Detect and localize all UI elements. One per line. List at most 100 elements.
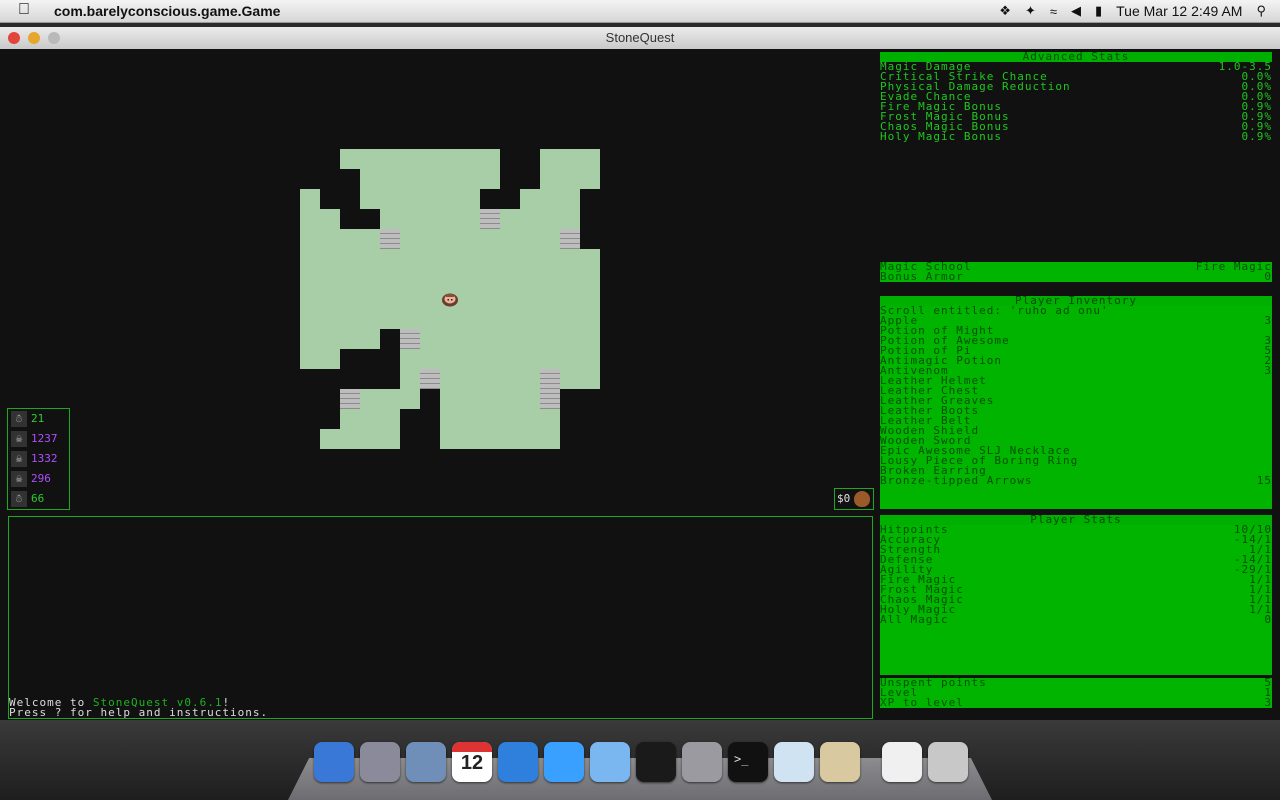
counter-value: 296 <box>31 472 51 485</box>
floor-tile <box>340 149 500 169</box>
finder-icon[interactable] <box>314 742 354 782</box>
floor-tile <box>300 349 340 369</box>
window-title: StoneQuest <box>605 30 675 45</box>
row-value: 3 <box>1264 314 1272 327</box>
floor-tile <box>440 429 560 449</box>
menu-bar:  com.barelyconscious.game.Game ❖ ✦ ≈ ◀ … <box>0 0 1280 23</box>
stone-wall-tile <box>340 389 360 409</box>
counter-value: 21 <box>31 412 45 425</box>
floor-tile <box>300 249 600 329</box>
launchpad-icon[interactable] <box>360 742 400 782</box>
stat-row[interactable]: Bronze-tipped Arrows 15 <box>880 474 1272 487</box>
dungeon-map[interactable] <box>0 49 875 519</box>
game-content: ☃ 21 ☠ 1237 ☠ 1332 ☠ 296 ☃ 66 $0 Welcome… <box>0 49 1280 720</box>
floor-tile <box>540 149 600 189</box>
row-label: All Magic <box>880 613 949 626</box>
trash-icon[interactable] <box>928 742 968 782</box>
gold-bag-icon <box>854 491 870 507</box>
stone-wall-tile <box>540 369 560 389</box>
row-value: 0.9% <box>1241 130 1272 143</box>
box-app-icon[interactable] <box>774 742 814 782</box>
calendar-icon[interactable]: 12 <box>452 742 492 782</box>
row-value: 3 <box>1264 364 1272 377</box>
stone-wall-tile <box>540 389 560 409</box>
turtle-icon: ☃ <box>11 491 27 507</box>
row-label: Bonus Armor <box>880 270 964 283</box>
floor-tile <box>320 429 400 449</box>
volume-icon[interactable]: ◀ <box>1071 3 1081 19</box>
stone-wall-tile <box>380 229 400 249</box>
player-stats-panel: Player Stats Hitpoints 10/10 Accuracy -14/1… <box>880 514 1272 720</box>
mail-icon[interactable] <box>406 742 446 782</box>
apple-menu-icon[interactable]:  <box>18 1 30 19</box>
stone-wall-tile <box>420 369 440 389</box>
dropbox-icon[interactable]: ❖ <box>999 3 1011 19</box>
desktop-background: 12 >_ <box>0 720 1280 800</box>
app-name-menu[interactable]: com.barelyconscious.game.Game <box>54 3 280 19</box>
facetime-icon[interactable] <box>590 742 630 782</box>
floor-tile <box>400 349 600 369</box>
floor-tile <box>300 229 580 249</box>
counter-row: ☠ 296 <box>8 469 68 489</box>
counter-value: 66 <box>31 492 45 505</box>
document-stack-icon[interactable] <box>882 742 922 782</box>
floor-tile <box>340 409 400 429</box>
stat-row: Strength 1/1 <box>880 544 1272 555</box>
gold-counter: $0 <box>834 488 874 510</box>
floor-tile <box>360 189 480 209</box>
turtle-icon: ☃ <box>11 411 27 427</box>
preview-icon[interactable] <box>820 742 860 782</box>
safari-icon[interactable] <box>498 742 538 782</box>
stat-row: Holy Magic Bonus 0.9% <box>880 130 1272 143</box>
row-value: 0 <box>1264 613 1272 626</box>
stat-row: Bonus Armor 0 <box>880 270 1272 283</box>
skull-icon: ☠ <box>11 431 27 447</box>
counter-value: 1237 <box>31 432 58 445</box>
floor-tile <box>520 189 580 209</box>
skull-icon: ☠ <box>11 471 27 487</box>
counter-row: ☃ 66 <box>8 489 68 509</box>
floor-tile <box>300 329 380 349</box>
row-label: Bronze-tipped Arrows <box>880 474 1033 487</box>
floor-tile <box>400 329 600 349</box>
floor-tile <box>300 189 320 209</box>
inventory-panel: Player Inventory Scroll entitled: 'ruho … <box>880 295 1272 509</box>
window-titlebar: StoneQuest <box>0 27 1280 50</box>
spotlight-search-icon[interactable]: ⚲ <box>1256 3 1266 19</box>
wifi-icon[interactable]: ≈ <box>1050 4 1057 19</box>
battery-icon[interactable]: ▮ <box>1095 3 1102 19</box>
terminal-icon[interactable]: >_ <box>728 742 768 782</box>
activity-monitor-icon[interactable] <box>636 742 676 782</box>
calendar-day: 12 <box>460 752 484 774</box>
floor-tile <box>300 209 340 229</box>
log-line: Press ? for help and instructions. <box>9 706 269 719</box>
row-value: 0 <box>1264 270 1272 283</box>
message-log: Welcome to StoneQuest v0.6.1! Press ? fo… <box>8 516 873 719</box>
magic-panel: Magic School Fire Magic Bonus Armor 0 <box>880 261 1272 283</box>
counter-row: ☠ 1237 <box>8 429 68 449</box>
floor-tile <box>360 169 500 189</box>
counter-value: 1332 <box>31 452 58 465</box>
stat-row: XP to level 3 <box>880 696 1272 709</box>
itunes-icon[interactable] <box>544 742 584 782</box>
floor-tile <box>440 409 560 429</box>
stat-row: Defense -14/1 <box>880 554 1272 565</box>
stone-wall-tile <box>480 209 500 229</box>
stat-row: All Magic 0 <box>880 613 1272 626</box>
gold-value: $0 <box>837 492 851 505</box>
stone-wall-tile <box>400 329 420 349</box>
counter-row: ☠ 1332 <box>8 449 68 469</box>
player-character-icon <box>442 293 458 307</box>
clock[interactable]: Tue Mar 12 2:49 AM <box>1116 3 1242 19</box>
advanced-stats-panel: Advanced Stats Magic Damage 1.0-3.5 Critic… <box>880 51 1272 143</box>
stat-row[interactable]: Scroll entitled: 'ruho ad onu' <box>880 305 1272 316</box>
row-value: 3 <box>1264 696 1272 709</box>
system-preferences-icon[interactable] <box>682 742 722 782</box>
stone-wall-tile <box>560 229 580 249</box>
row-value: 15 <box>1256 474 1272 487</box>
game-window: StoneQuest ☃ 21 ☠ 1237 ☠ 1332 ☠ 296 ☃ 66… <box>0 27 1280 720</box>
bluetooth-icon[interactable]: ✦ <box>1025 3 1036 19</box>
row-label: XP to level <box>880 696 964 709</box>
skull-icon: ☠ <box>11 451 27 467</box>
monster-counters: ☃ 21 ☠ 1237 ☠ 1332 ☠ 296 ☃ 66 <box>7 408 70 510</box>
